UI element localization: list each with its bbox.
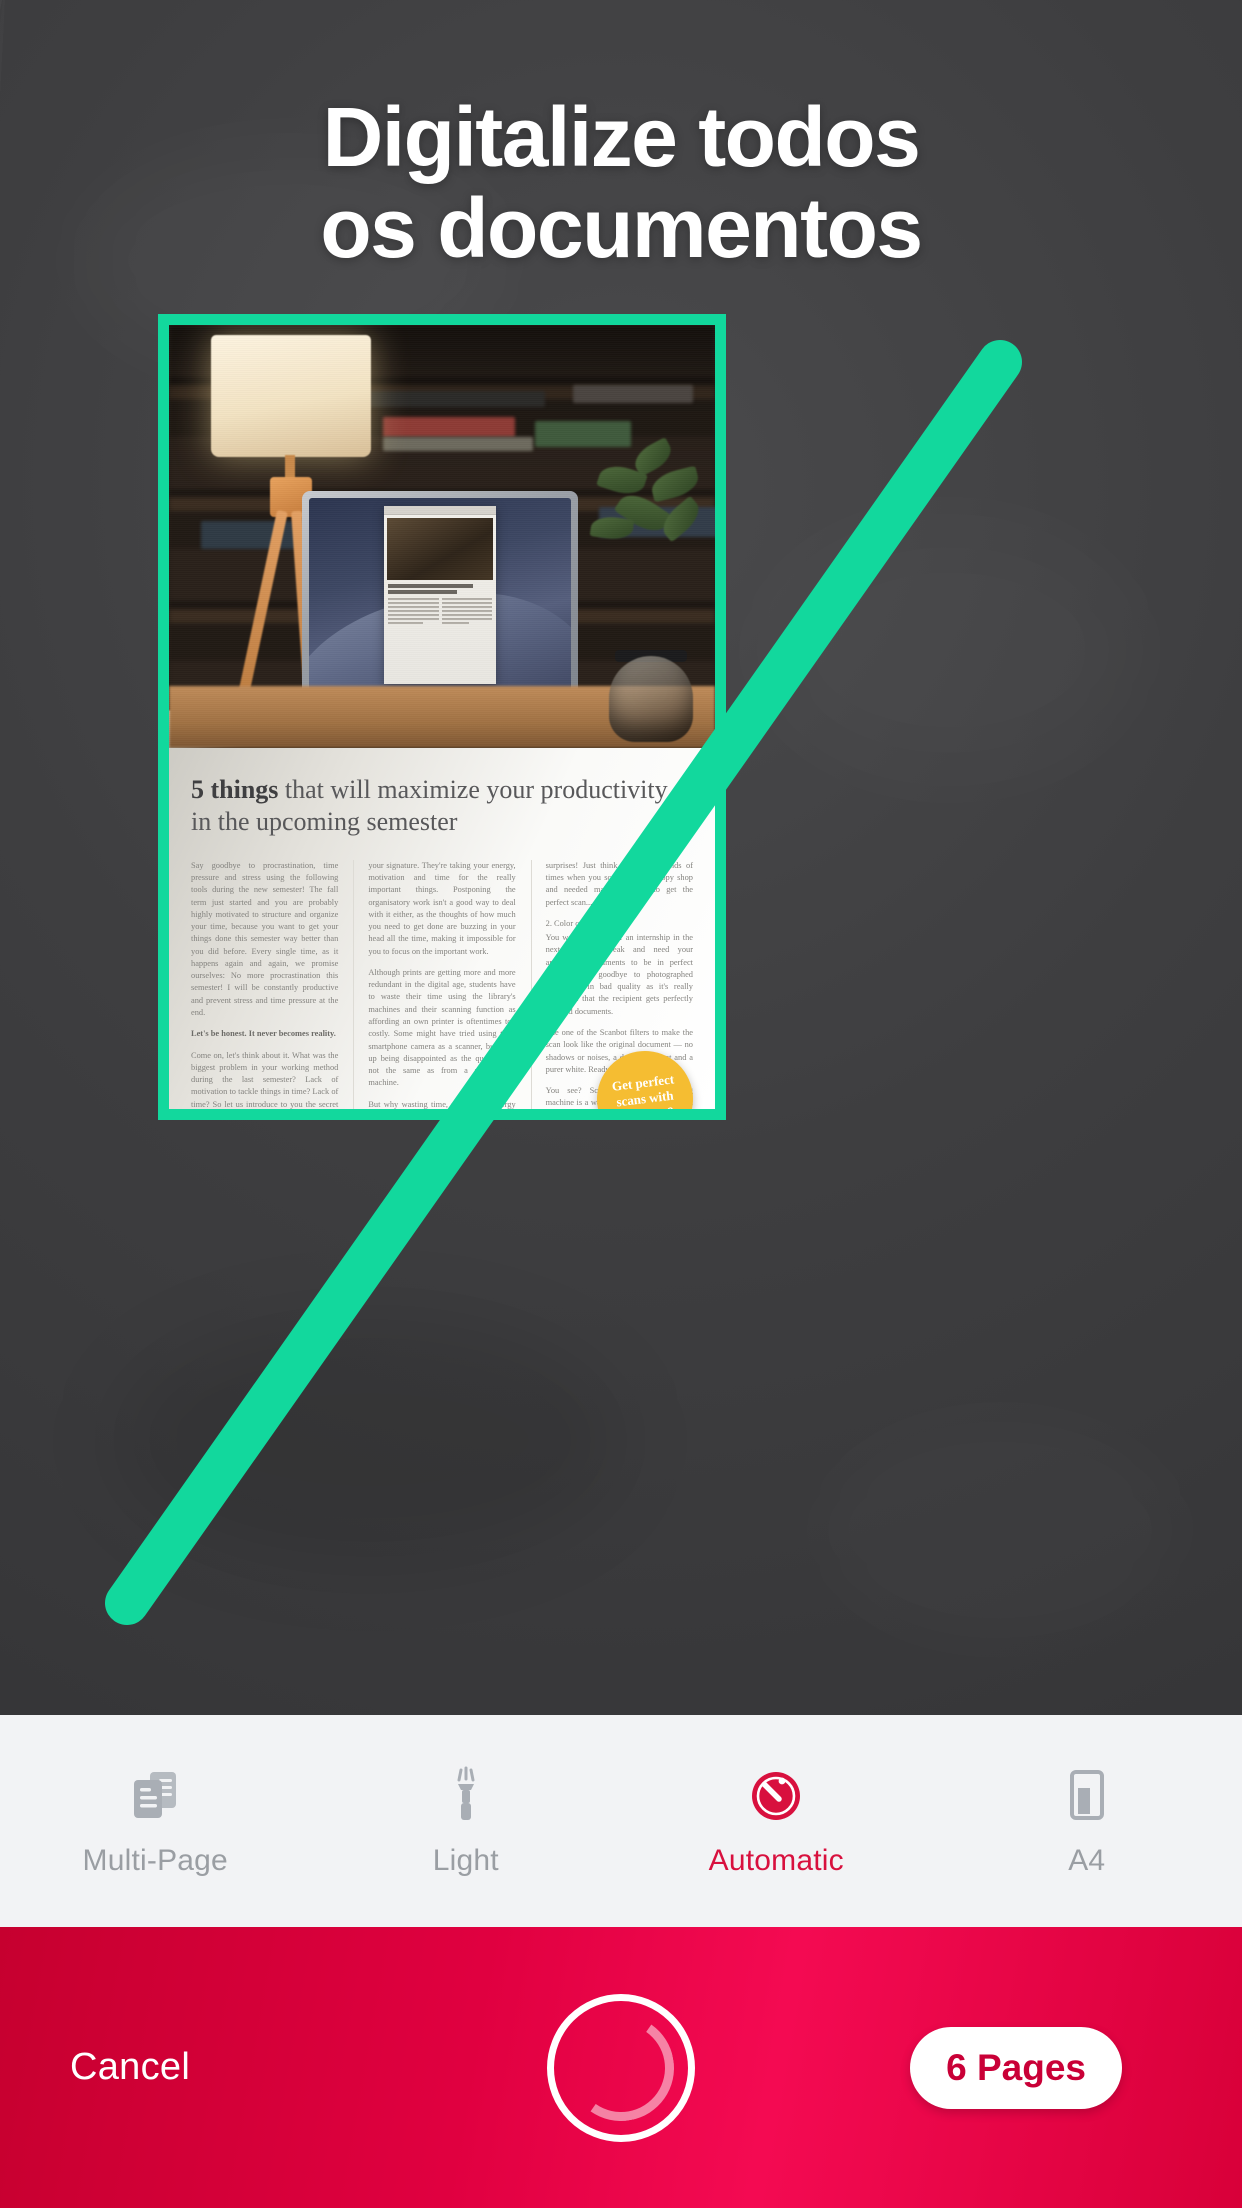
article-headline: 5 things that will maximize your product… — [191, 774, 693, 837]
mode-multi-page[interactable]: Multi-Page — [0, 1764, 311, 1878]
mode-automatic[interactable]: Automatic — [621, 1764, 932, 1878]
article-paragraph: 2. Color optimization! — [545, 918, 621, 928]
page-title: Digitalize todos os documentos — [0, 92, 1242, 273]
article-paragraph: You want to apply for an internship in t… — [545, 933, 693, 1016]
lamp-shade-icon — [211, 335, 371, 457]
page-title-line-2: os documentos — [320, 180, 923, 275]
article-headline-bold: 5 things — [191, 775, 279, 805]
article-paragraph: Say goodbye to procrastination, time pre… — [191, 860, 339, 1017]
shutter-button[interactable] — [547, 1993, 695, 2142]
flashlight-icon — [435, 1764, 497, 1826]
mode-a4[interactable]: A4 — [932, 1764, 1242, 1878]
mode-label: Automatic — [708, 1844, 844, 1877]
page-format-icon — [1056, 1764, 1118, 1826]
scan-viewfinder[interactable]: Get perfect scans with Scanbot 9 5 thing… — [158, 314, 726, 1120]
camera-action-bar: Cancel 6 Pages — [0, 1927, 1242, 2208]
laptop-icon — [284, 491, 596, 741]
multi-page-icon — [124, 1764, 186, 1826]
article-paragraph: Let's be honest. It never becomes realit… — [191, 1029, 336, 1039]
jar-icon — [609, 656, 693, 743]
mode-label: A4 — [1068, 1844, 1106, 1877]
camera-mode-toolbar: Multi-Page Light Automatic A4 — [0, 1715, 1242, 1927]
scanner-app-screen: Digitalize todos os documentos Get perfe… — [0, 0, 1242, 2208]
article-paragraph: your signature. They're taking your ener… — [368, 860, 516, 956]
scanned-document-preview: Get perfect scans with Scanbot 9 5 thing… — [169, 325, 715, 1109]
article-paragraph: surprises! Just think of the thousands o… — [545, 860, 693, 907]
mode-label: Light — [432, 1844, 499, 1877]
article-paragraph: Although prints are getting more and mor… — [368, 967, 516, 1088]
article-column-1: Say goodbye to procrastination, time pre… — [191, 860, 338, 1109]
mode-light[interactable]: Light — [311, 1764, 622, 1878]
shutter-inner-arc — [559, 2006, 683, 2129]
timer-icon — [745, 1764, 807, 1826]
article-column-2: your signature. They're taking your ener… — [353, 859, 516, 1109]
plant-icon — [589, 437, 707, 573]
article-paragraph: But why wasting time, money and energy a… — [368, 1099, 516, 1109]
page-title-line-1: Digitalize todos — [322, 90, 921, 184]
pages-count-button[interactable]: 6 Pages — [910, 2026, 1122, 2109]
mode-label: Multi-Page — [82, 1844, 228, 1877]
document-photo — [169, 325, 715, 749]
cancel-button[interactable]: Cancel — [70, 2046, 190, 2089]
article-paragraph: Come on, let's think about it. What was … — [191, 1050, 339, 1109]
